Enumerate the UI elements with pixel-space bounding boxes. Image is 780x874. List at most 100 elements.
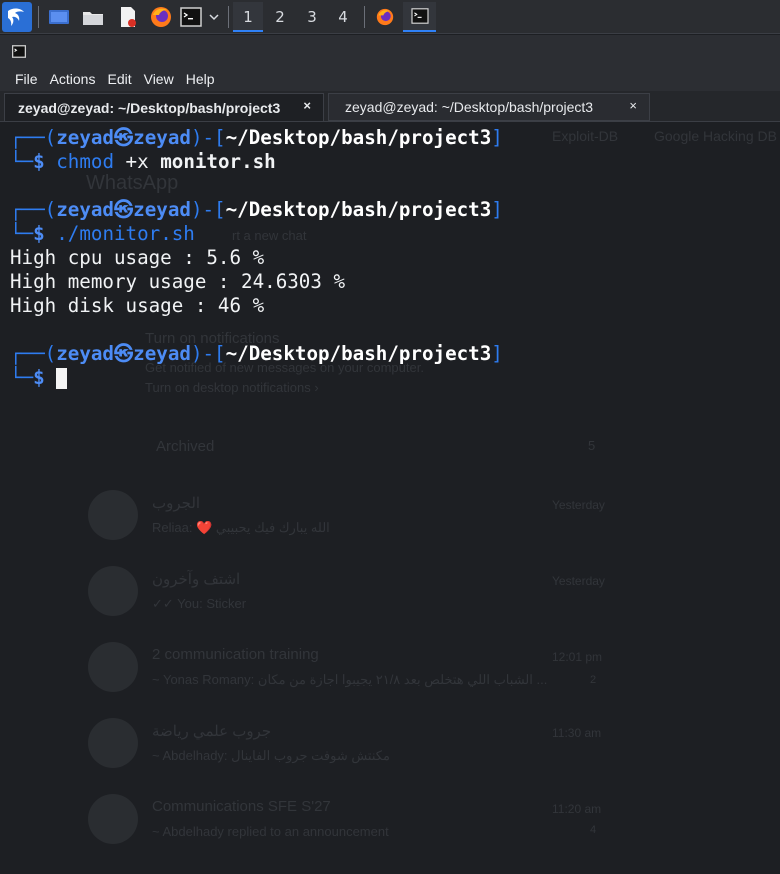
close-icon[interactable]: × (629, 98, 637, 113)
taskbar: 1 2 3 4 (0, 0, 780, 34)
ghost-avatar (88, 566, 138, 616)
ghost-chat-time: 11:30 am (552, 726, 602, 740)
prompt-open: ┌──( (10, 126, 57, 149)
ghost-notif-link: Turn on desktop notifications › (145, 380, 319, 395)
prompt-corner: └─ (10, 222, 34, 245)
prompt-dollar: $ (33, 150, 45, 173)
prompt-user: zeyad (56, 126, 114, 149)
ghost-chat-preview: ~ Abdelhady replied to an announcement (152, 824, 389, 839)
kali-menu-button[interactable] (2, 2, 32, 32)
menu-bar: File Actions Edit View Help (0, 67, 780, 91)
ghost-app-title: WhatsApp (86, 172, 179, 194)
menu-view[interactable]: View (138, 71, 180, 87)
ghost-chat-time: 11:20 am (552, 802, 602, 816)
taskbar-separator (38, 6, 39, 28)
taskbar-window-terminal[interactable] (403, 2, 436, 32)
workspace-2[interactable]: 2 (265, 2, 295, 32)
prompt-host: zeyad (133, 198, 191, 221)
ghost-bookmark-exploitdb: Exploit-DB (552, 128, 619, 144)
prompt-line: ┌──(zeyad㉿zeyad)-[~/Desktop/bash/project… (10, 342, 503, 366)
ghost-chat-preview: Reliaa: ❤️ الله يبارك فيك يحبيبي (152, 520, 330, 535)
prompt-host: zeyad (133, 126, 191, 149)
terminal-tab-1[interactable]: zeyad@zeyad: ~/Desktop/bash/project3 × (4, 93, 324, 121)
workspace-4[interactable]: 4 (328, 2, 358, 32)
command-line[interactable]: └─$ (10, 366, 68, 390)
folder-icon (83, 12, 103, 25)
text-editor-icon (121, 7, 136, 27)
text-editor-button[interactable] (115, 2, 141, 32)
command-line: └─$ chmod +x monitor.sh (10, 150, 276, 174)
ghost-chat-preview: ✓✓ You: Sticker (152, 596, 247, 611)
ghost-avatar (88, 490, 138, 540)
prompt-host: zeyad (133, 342, 191, 365)
terminal-window-titlebar (0, 35, 780, 67)
ghost-chat-time: Yesterday (552, 574, 605, 588)
prompt-close: ] (491, 126, 503, 149)
workspace-1[interactable]: 1 (233, 2, 263, 32)
prompt-user: zeyad (56, 342, 114, 365)
ghost-start-chat: rt a new chat (232, 228, 307, 243)
ghost-chat-name: اشتف وآخرون (152, 571, 241, 588)
terminal-output-area[interactable]: Exploit-DB Google Hacking DB WhatsApp rt… (0, 122, 780, 874)
taskbar-window-firefox[interactable] (370, 2, 400, 32)
firefox-icon (376, 8, 394, 26)
prompt-dollar: $ (33, 222, 45, 245)
command-line: └─$ ./monitor.sh (10, 222, 195, 246)
ghost-archived: Archived (156, 438, 215, 455)
command-args: +x (114, 150, 161, 173)
prompt-close: ] (491, 342, 503, 365)
close-icon[interactable]: × (303, 98, 311, 113)
terminal-tab-2[interactable]: zeyad@zeyad: ~/Desktop/bash/project3 × (328, 93, 650, 121)
ghost-unread-badge: 2 (590, 674, 597, 686)
text-cursor (56, 368, 68, 389)
output-line: High cpu usage : 5.6 % (10, 246, 265, 269)
terminal-launcher-button[interactable] (178, 2, 204, 32)
prompt-open: ┌──( (10, 342, 57, 365)
prompt-path: ~/Desktop/bash/project3 (225, 342, 492, 365)
prompt-mid: )-[ (190, 342, 226, 365)
firefox-icon (151, 7, 171, 27)
launcher-dropdown[interactable] (206, 2, 222, 32)
output-line: High disk usage : 46 % (10, 294, 265, 317)
prompt-path: ~/Desktop/bash/project3 (225, 126, 492, 149)
menu-edit[interactable]: Edit (101, 71, 137, 87)
ghost-chat-name: الجروب (152, 495, 201, 512)
command-name: ./monitor.sh (56, 222, 195, 245)
workspace-3[interactable]: 3 (297, 2, 327, 32)
ghost-avatar (88, 642, 138, 692)
menu-help[interactable]: Help (180, 71, 221, 87)
file-manager-button[interactable] (80, 2, 106, 32)
command-file: monitor.sh (160, 150, 276, 173)
ghost-chat-name: جروب علمي رياضة (152, 723, 272, 740)
ghost-chat-time: Yesterday (552, 498, 605, 512)
firefox-button[interactable] (148, 2, 174, 32)
command-name: chmod (56, 150, 114, 173)
prompt-open: ┌──( (10, 198, 57, 221)
prompt-at-symbol: ㉿ (113, 342, 134, 365)
terminal-icon (180, 7, 202, 27)
tab-title: zeyad@zeyad: ~/Desktop/bash/project3 (345, 99, 594, 115)
desktop-icon (49, 10, 69, 24)
taskbar-separator (364, 6, 365, 28)
prompt-corner: └─ (10, 150, 34, 173)
tab-title: zeyad@zeyad: ~/Desktop/bash/project3 (18, 99, 281, 116)
menu-file[interactable]: File (9, 71, 44, 87)
prompt-corner: └─ (10, 366, 34, 389)
show-desktop-button[interactable] (46, 2, 72, 32)
taskbar-separator (228, 6, 229, 28)
ghost-bookmark-ghdb: Google Hacking DB (654, 128, 777, 144)
ghost-chat-name: Communications SFE S'27 (152, 798, 331, 815)
prompt-close: ] (491, 198, 503, 221)
tab-bar: zeyad@zeyad: ~/Desktop/bash/project3 × z… (0, 91, 780, 122)
prompt-line: ┌──(zeyad㉿zeyad)-[~/Desktop/bash/project… (10, 126, 503, 150)
ghost-avatar (88, 794, 138, 844)
window-terminal-icon (12, 43, 26, 62)
prompt-at-symbol: ㉿ (113, 198, 134, 221)
ghost-chat-preview: ~ Abdelhady: مكنتش شوفت جروب الفاينال (152, 748, 390, 763)
ghost-archived-count: 5 (588, 438, 596, 453)
chevron-down-icon (209, 14, 219, 21)
prompt-dollar: $ (33, 366, 45, 389)
ghost-unread-badge: 4 (590, 824, 597, 836)
prompt-at-symbol: ㉿ (113, 126, 134, 149)
menu-actions[interactable]: Actions (44, 71, 102, 87)
